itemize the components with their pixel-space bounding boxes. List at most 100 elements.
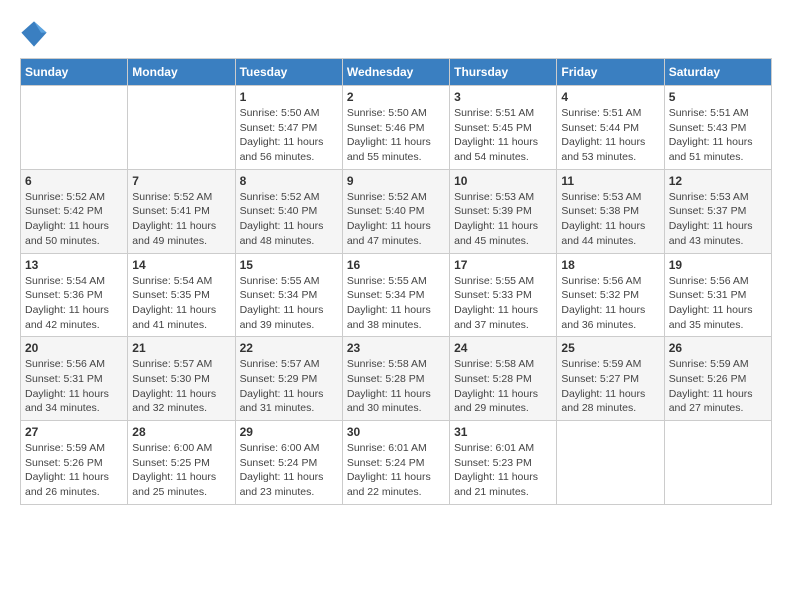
day-info: Sunrise: 6:01 AM Sunset: 5:24 PM Dayligh… [347, 441, 445, 500]
day-info: Sunrise: 5:57 AM Sunset: 5:29 PM Dayligh… [240, 357, 338, 416]
day-cell [557, 421, 664, 505]
day-info: Sunrise: 5:57 AM Sunset: 5:30 PM Dayligh… [132, 357, 230, 416]
day-info: Sunrise: 5:59 AM Sunset: 5:26 PM Dayligh… [25, 441, 123, 500]
day-info: Sunrise: 5:53 AM Sunset: 5:39 PM Dayligh… [454, 190, 552, 249]
day-info: Sunrise: 5:59 AM Sunset: 5:26 PM Dayligh… [669, 357, 767, 416]
day-cell: 30 Sunrise: 6:01 AM Sunset: 5:24 PM Dayli… [342, 421, 449, 505]
day-cell: 12 Sunrise: 5:53 AM Sunset: 5:37 PM Dayli… [664, 169, 771, 253]
logo [20, 20, 52, 48]
day-number: 11 [561, 174, 659, 188]
day-number: 13 [25, 258, 123, 272]
weekday-header-sunday: Sunday [21, 59, 128, 86]
day-info: Sunrise: 6:00 AM Sunset: 5:24 PM Dayligh… [240, 441, 338, 500]
day-cell: 5 Sunrise: 5:51 AM Sunset: 5:43 PM Daylig… [664, 86, 771, 170]
day-info: Sunrise: 5:50 AM Sunset: 5:47 PM Dayligh… [240, 106, 338, 165]
day-cell: 16Sunrise: 5:55 AM Sunset: 5:34 PM Dayli… [342, 253, 449, 337]
day-info: Sunrise: 5:52 AM Sunset: 5:41 PM Dayligh… [132, 190, 230, 249]
day-info: Sunrise: 5:58 AM Sunset: 5:28 PM Dayligh… [454, 357, 552, 416]
weekday-header-friday: Friday [557, 59, 664, 86]
day-number: 30 [347, 425, 445, 439]
day-info: Sunrise: 5:55 AM Sunset: 5:34 PM Dayligh… [347, 274, 445, 333]
day-number: 4 [561, 90, 659, 104]
day-cell: 22 Sunrise: 5:57 AM Sunset: 5:29 PM Dayli… [235, 337, 342, 421]
day-cell: 6Sunrise: 5:52 AM Sunset: 5:42 PM Daylig… [21, 169, 128, 253]
day-number: 29 [240, 425, 338, 439]
day-number: 28 [132, 425, 230, 439]
day-number: 12 [669, 174, 767, 188]
calendar-table: SundayMondayTuesdayWednesdayThursdayFrid… [20, 58, 772, 505]
weekday-header-tuesday: Tuesday [235, 59, 342, 86]
day-number: 7 [132, 174, 230, 188]
weekday-header-thursday: Thursday [450, 59, 557, 86]
day-cell: 3 Sunrise: 5:51 AM Sunset: 5:45 PM Daylig… [450, 86, 557, 170]
day-info: Sunrise: 5:58 AM Sunset: 5:28 PM Dayligh… [347, 357, 445, 416]
day-info: Sunrise: 5:55 AM Sunset: 5:34 PM Dayligh… [240, 274, 338, 333]
day-number: 8 [240, 174, 338, 188]
day-info: Sunrise: 5:53 AM Sunset: 5:38 PM Dayligh… [561, 190, 659, 249]
day-cell: 15 Sunrise: 5:55 AM Sunset: 5:34 PM Dayli… [235, 253, 342, 337]
day-info: Sunrise: 5:54 AM Sunset: 5:36 PM Dayligh… [25, 274, 123, 333]
day-number: 10 [454, 174, 552, 188]
day-cell [128, 86, 235, 170]
day-cell: 11 Sunrise: 5:53 AM Sunset: 5:38 PM Dayli… [557, 169, 664, 253]
day-cell: 2 Sunrise: 5:50 AM Sunset: 5:46 PM Daylig… [342, 86, 449, 170]
week-row-1: 1Sunrise: 5:50 AM Sunset: 5:47 PM Daylig… [21, 86, 772, 170]
day-number: 3 [454, 90, 552, 104]
day-cell: 8 Sunrise: 5:52 AM Sunset: 5:40 PM Daylig… [235, 169, 342, 253]
day-info: Sunrise: 5:51 AM Sunset: 5:43 PM Dayligh… [669, 106, 767, 165]
day-number: 15 [240, 258, 338, 272]
day-number: 17 [454, 258, 552, 272]
week-row-4: 20 Sunrise: 5:56 AM Sunset: 5:31 PM Dayli… [21, 337, 772, 421]
day-info: Sunrise: 5:59 AM Sunset: 5:27 PM Dayligh… [561, 357, 659, 416]
week-row-2: 6Sunrise: 5:52 AM Sunset: 5:42 PM Daylig… [21, 169, 772, 253]
day-cell: 21 Sunrise: 5:57 AM Sunset: 5:30 PM Dayli… [128, 337, 235, 421]
weekday-header-wednesday: Wednesday [342, 59, 449, 86]
day-info: Sunrise: 5:54 AM Sunset: 5:35 PM Dayligh… [132, 274, 230, 333]
week-row-5: 27 Sunrise: 5:59 AM Sunset: 5:26 PM Dayli… [21, 421, 772, 505]
day-number: 18 [561, 258, 659, 272]
day-cell: 27 Sunrise: 5:59 AM Sunset: 5:26 PM Dayli… [21, 421, 128, 505]
day-info: Sunrise: 6:00 AM Sunset: 5:25 PM Dayligh… [132, 441, 230, 500]
day-number: 20 [25, 341, 123, 355]
day-number: 19 [669, 258, 767, 272]
day-number: 25 [561, 341, 659, 355]
day-cell: 19 Sunrise: 5:56 AM Sunset: 5:31 PM Dayli… [664, 253, 771, 337]
day-info: Sunrise: 5:55 AM Sunset: 5:33 PM Dayligh… [454, 274, 552, 333]
day-cell [21, 86, 128, 170]
day-info: Sunrise: 5:50 AM Sunset: 5:46 PM Dayligh… [347, 106, 445, 165]
day-info: Sunrise: 5:51 AM Sunset: 5:45 PM Dayligh… [454, 106, 552, 165]
day-number: 5 [669, 90, 767, 104]
day-cell: 18 Sunrise: 5:56 AM Sunset: 5:32 PM Dayli… [557, 253, 664, 337]
day-cell: 29 Sunrise: 6:00 AM Sunset: 5:24 PM Dayli… [235, 421, 342, 505]
day-cell: 28 Sunrise: 6:00 AM Sunset: 5:25 PM Dayli… [128, 421, 235, 505]
page-header [20, 20, 772, 48]
day-cell: 9Sunrise: 5:52 AM Sunset: 5:40 PM Daylig… [342, 169, 449, 253]
day-cell: 24 Sunrise: 5:58 AM Sunset: 5:28 PM Dayli… [450, 337, 557, 421]
weekday-header-saturday: Saturday [664, 59, 771, 86]
day-cell: 23Sunrise: 5:58 AM Sunset: 5:28 PM Dayli… [342, 337, 449, 421]
weekday-header-monday: Monday [128, 59, 235, 86]
day-number: 31 [454, 425, 552, 439]
day-cell: 31Sunrise: 6:01 AM Sunset: 5:23 PM Dayli… [450, 421, 557, 505]
day-number: 2 [347, 90, 445, 104]
day-cell: 20 Sunrise: 5:56 AM Sunset: 5:31 PM Dayli… [21, 337, 128, 421]
day-info: Sunrise: 5:51 AM Sunset: 5:44 PM Dayligh… [561, 106, 659, 165]
weekday-header-row: SundayMondayTuesdayWednesdayThursdayFrid… [21, 59, 772, 86]
day-info: Sunrise: 5:56 AM Sunset: 5:31 PM Dayligh… [669, 274, 767, 333]
day-number: 24 [454, 341, 552, 355]
day-cell: 25 Sunrise: 5:59 AM Sunset: 5:27 PM Dayli… [557, 337, 664, 421]
day-cell: 14Sunrise: 5:54 AM Sunset: 5:35 PM Dayli… [128, 253, 235, 337]
day-cell: 4 Sunrise: 5:51 AM Sunset: 5:44 PM Daylig… [557, 86, 664, 170]
day-number: 21 [132, 341, 230, 355]
week-row-3: 13 Sunrise: 5:54 AM Sunset: 5:36 PM Dayli… [21, 253, 772, 337]
day-cell: 13 Sunrise: 5:54 AM Sunset: 5:36 PM Dayli… [21, 253, 128, 337]
day-info: Sunrise: 5:56 AM Sunset: 5:32 PM Dayligh… [561, 274, 659, 333]
day-cell: 10 Sunrise: 5:53 AM Sunset: 5:39 PM Dayli… [450, 169, 557, 253]
day-info: Sunrise: 5:53 AM Sunset: 5:37 PM Dayligh… [669, 190, 767, 249]
day-number: 27 [25, 425, 123, 439]
day-number: 22 [240, 341, 338, 355]
day-info: Sunrise: 5:52 AM Sunset: 5:40 PM Dayligh… [240, 190, 338, 249]
day-cell: 17 Sunrise: 5:55 AM Sunset: 5:33 PM Dayli… [450, 253, 557, 337]
day-info: Sunrise: 5:52 AM Sunset: 5:42 PM Dayligh… [25, 190, 123, 249]
day-info: Sunrise: 5:56 AM Sunset: 5:31 PM Dayligh… [25, 357, 123, 416]
